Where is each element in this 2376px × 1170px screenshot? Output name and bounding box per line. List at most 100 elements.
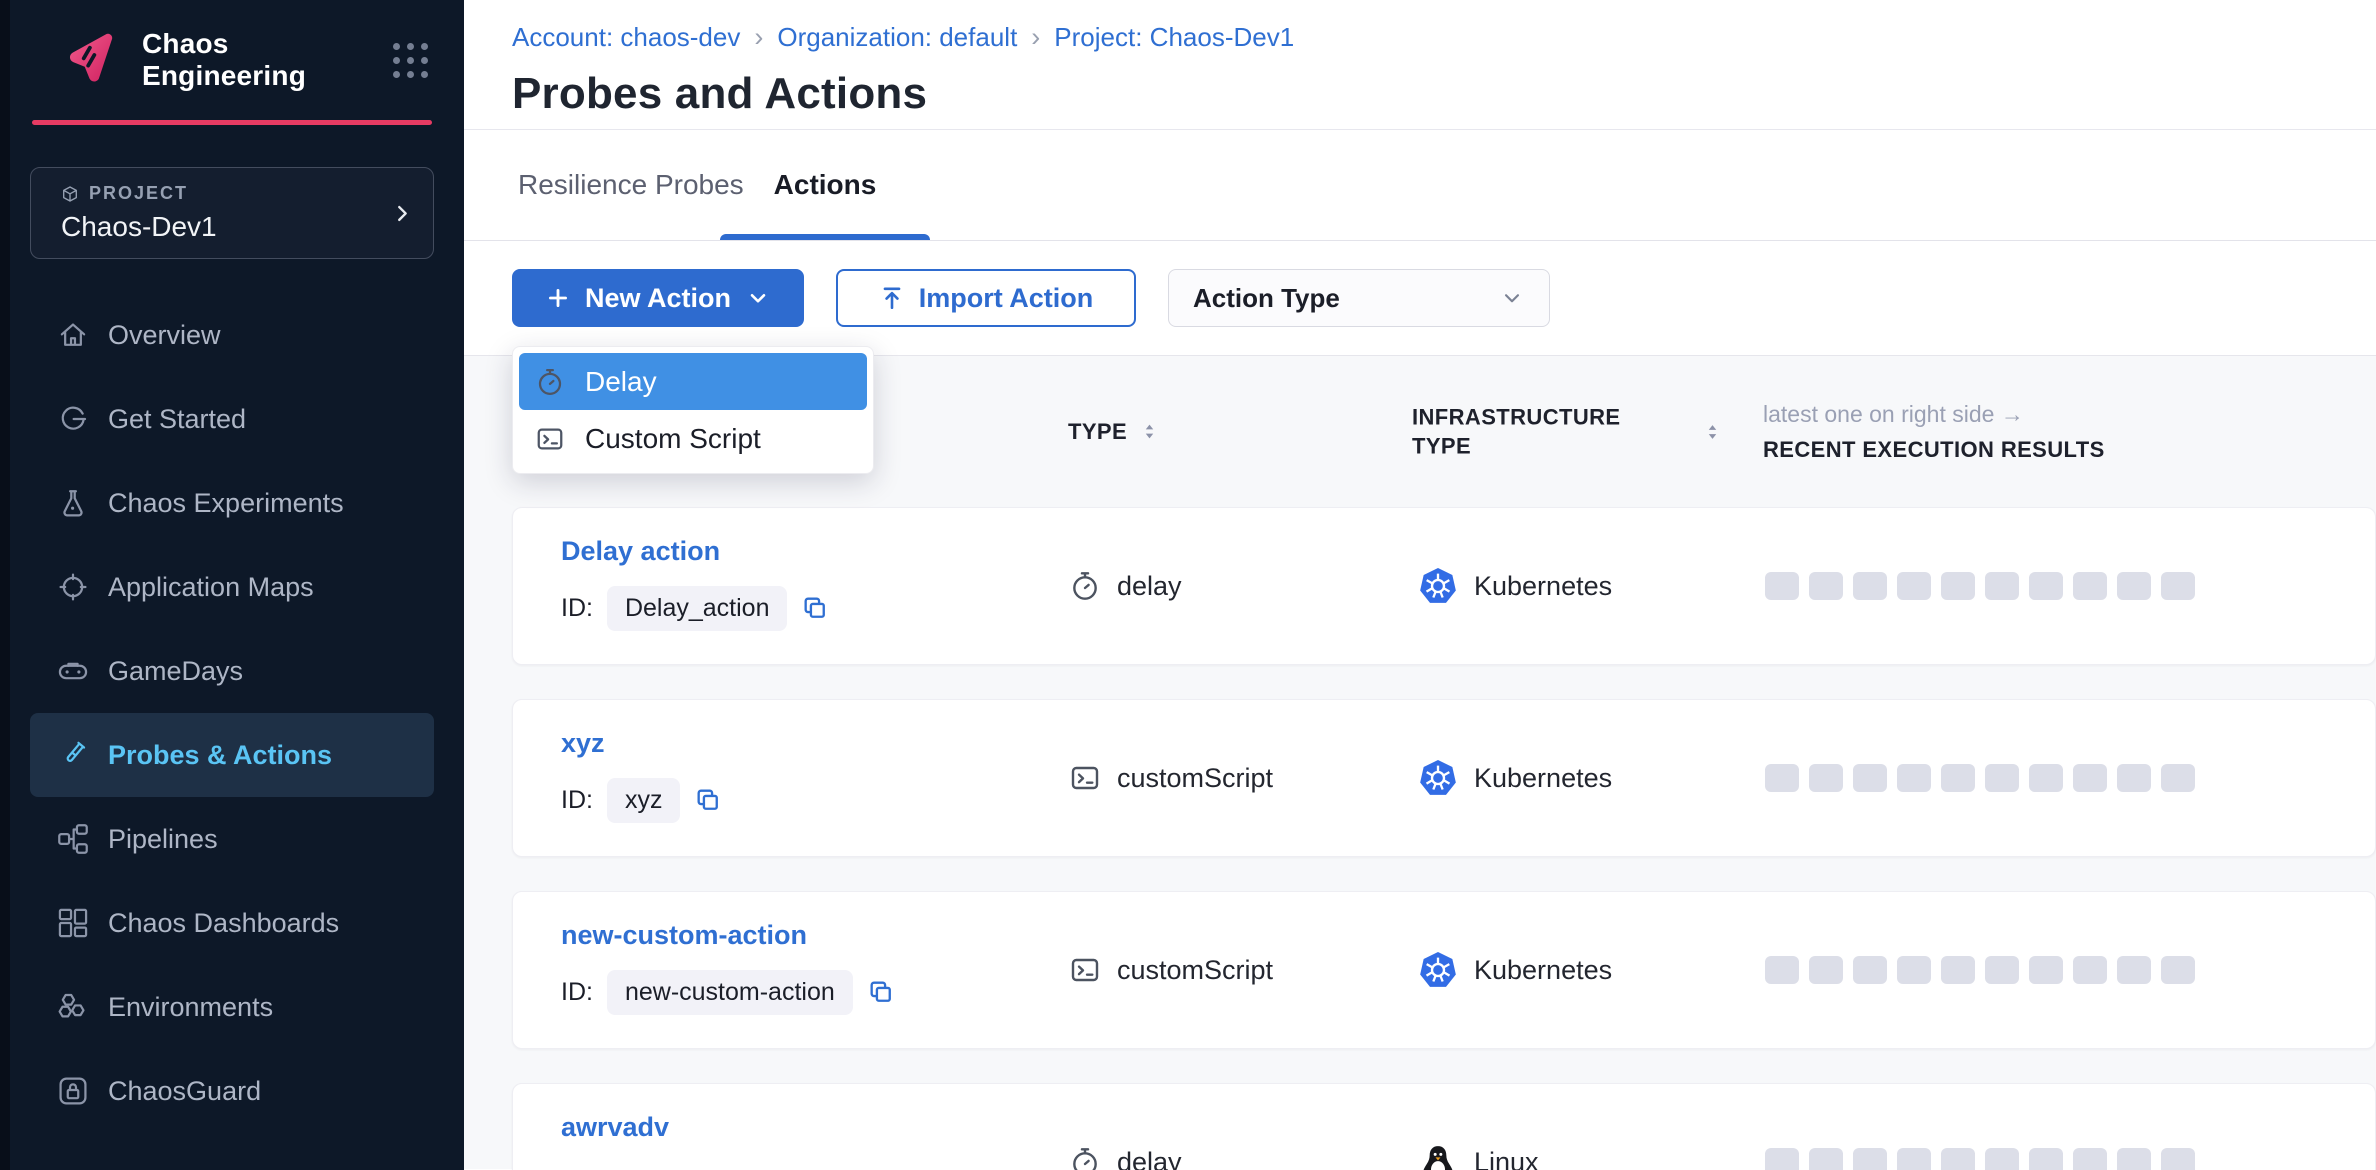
id-chip: Delay_action — [607, 586, 788, 631]
terminal-icon — [1069, 762, 1101, 794]
breadcrumb-separator: › — [754, 22, 763, 53]
sidebar-item-gamedays[interactable]: GameDays — [30, 629, 434, 713]
chaos-engineering-logo-icon — [62, 31, 120, 89]
actions-toolbar: New Action Import Action Action Type — [464, 241, 2376, 356]
module-switcher-icon[interactable] — [393, 43, 428, 78]
gamepad-icon — [56, 654, 90, 688]
table-row: xyz ID: xyz customScript Kubernetes — [512, 699, 2376, 857]
import-action-button[interactable]: Import Action — [836, 269, 1136, 327]
stopwatch-icon — [1069, 1146, 1101, 1170]
infrastructure-cell: Kubernetes — [1418, 566, 1612, 606]
import-action-label: Import Action — [919, 283, 1094, 314]
action-name-link[interactable]: awrvadv — [561, 1112, 669, 1143]
infrastructure-cell: Linux — [1418, 1142, 1539, 1170]
id-label: ID: — [561, 594, 593, 623]
action-id-row: ID: Delay_action — [561, 586, 829, 630]
page-header: Account: chaos-dev › Organization: defau… — [464, 0, 2376, 130]
table-row: awrvadv delay Linux — [512, 1083, 2376, 1170]
recent-execution-results — [1765, 764, 2195, 792]
sidebar-item-label: Chaos Experiments — [108, 488, 344, 519]
test-tube-icon — [56, 738, 90, 772]
recent-execution-results — [1765, 956, 2195, 984]
latest-note: latest one on right side → — [1763, 401, 2105, 428]
sort-icon[interactable] — [1143, 423, 1156, 440]
recent-execution-results — [1765, 572, 2195, 600]
type-cell: delay — [1069, 1146, 1182, 1170]
menu-item-label: Custom Script — [585, 423, 761, 455]
chevron-down-icon — [745, 285, 771, 311]
stopwatch-icon — [1069, 570, 1101, 602]
action-name-link[interactable]: xyz — [561, 728, 605, 759]
action-type-select[interactable]: Action Type — [1168, 269, 1550, 327]
sidebar-item-label: ChaosGuard — [108, 1076, 261, 1107]
menu-item-delay[interactable]: Delay — [519, 353, 867, 410]
sidebar-item-application-maps[interactable]: Application Maps — [30, 545, 434, 629]
sidebar-item-chaos-experiments[interactable]: Chaos Experiments — [30, 461, 434, 545]
sidebar-item-probes-and-actions[interactable]: Probes & Actions — [30, 713, 434, 797]
breadcrumb-org-link[interactable]: Organization: default — [777, 22, 1017, 53]
sidebar-item-label: Pipelines — [108, 824, 218, 855]
table-row: new-custom-action ID: new-custom-action … — [512, 891, 2376, 1049]
project-label: PROJECT — [89, 183, 188, 204]
actions-table-body: Delay action ID: Delay_action delay Kube… — [464, 507, 2376, 1169]
action-id-row: ID: new-custom-action — [561, 970, 895, 1014]
column-header-type: TYPE — [1068, 419, 1156, 445]
new-action-button[interactable]: New Action — [512, 269, 804, 327]
id-chip: xyz — [607, 778, 681, 823]
kubernetes-icon — [1418, 758, 1458, 798]
id-label: ID: — [561, 786, 593, 815]
recent-execution-results — [1765, 1148, 2195, 1170]
column-label: TYPE — [1068, 419, 1127, 445]
sidebar-item-label: Environments — [108, 992, 273, 1023]
sidebar-item-chaos-dashboards[interactable]: Chaos Dashboards — [30, 881, 434, 965]
type-value: customScript — [1117, 955, 1273, 986]
copy-icon[interactable] — [867, 978, 895, 1006]
new-action-label: New Action — [585, 283, 731, 314]
infrastructure-value: Kubernetes — [1474, 763, 1612, 794]
id-label: ID: — [561, 978, 593, 1007]
infrastructure-value: Kubernetes — [1474, 955, 1612, 986]
sidebar-item-label: Application Maps — [108, 572, 314, 603]
sidebar-item-label: Probes & Actions — [108, 740, 332, 771]
tab-resilience-probes[interactable]: Resilience Probes — [518, 130, 744, 240]
action-name-link[interactable]: new-custom-action — [561, 920, 807, 951]
column-label: RECENT EXECUTION RESULTS — [1763, 437, 2105, 463]
type-value: delay — [1117, 571, 1182, 602]
type-cell: delay — [1069, 570, 1182, 602]
target-icon — [56, 570, 90, 604]
app-title: Chaos Engineering — [142, 28, 393, 92]
sidebar-item-get-started[interactable]: Get Started — [30, 377, 434, 461]
sidebar-item-chaosguard[interactable]: ChaosGuard — [30, 1049, 434, 1133]
upload-icon — [879, 285, 905, 311]
type-value: customScript — [1117, 763, 1273, 794]
hexagons-icon — [56, 990, 90, 1024]
sidebar-item-pipelines[interactable]: Pipelines — [30, 797, 434, 881]
type-cell: customScript — [1069, 954, 1273, 986]
tab-actions[interactable]: Actions — [720, 130, 930, 240]
chevron-right-icon — [391, 202, 413, 224]
project-name: Chaos-Dev1 — [61, 211, 409, 243]
sidebar-item-environments[interactable]: Environments — [30, 965, 434, 1049]
sidebar-item-label: Get Started — [108, 404, 246, 435]
copy-icon[interactable] — [801, 594, 829, 622]
action-name-link[interactable]: Delay action — [561, 536, 720, 567]
app-header: Chaos Engineering — [62, 30, 428, 90]
tab-bar: Resilience Probes Actions — [464, 130, 2376, 241]
type-value: delay — [1117, 1147, 1182, 1170]
menu-item-custom-script[interactable]: Custom Script — [519, 410, 867, 467]
copy-icon[interactable] — [694, 786, 722, 814]
sidebar-nav: Overview Get Started Chaos Experiments A… — [0, 293, 464, 1133]
breadcrumb-project-link[interactable]: Project: Chaos-Dev1 — [1054, 22, 1294, 53]
menu-item-label: Delay — [585, 366, 657, 398]
breadcrumb: Account: chaos-dev › Organization: defau… — [512, 22, 2376, 53]
sort-icon[interactable] — [1706, 423, 1719, 440]
type-cell: customScript — [1069, 762, 1273, 794]
linux-icon — [1418, 1142, 1458, 1170]
terminal-icon — [1069, 954, 1101, 986]
sidebar-item-overview[interactable]: Overview — [30, 293, 434, 377]
infrastructure-value: Linux — [1474, 1147, 1539, 1170]
dashboard-icon — [56, 906, 90, 940]
project-selector[interactable]: PROJECT Chaos-Dev1 — [30, 167, 434, 259]
main-content: Account: chaos-dev › Organization: defau… — [464, 0, 2376, 1170]
breadcrumb-account-link[interactable]: Account: chaos-dev — [512, 22, 740, 53]
